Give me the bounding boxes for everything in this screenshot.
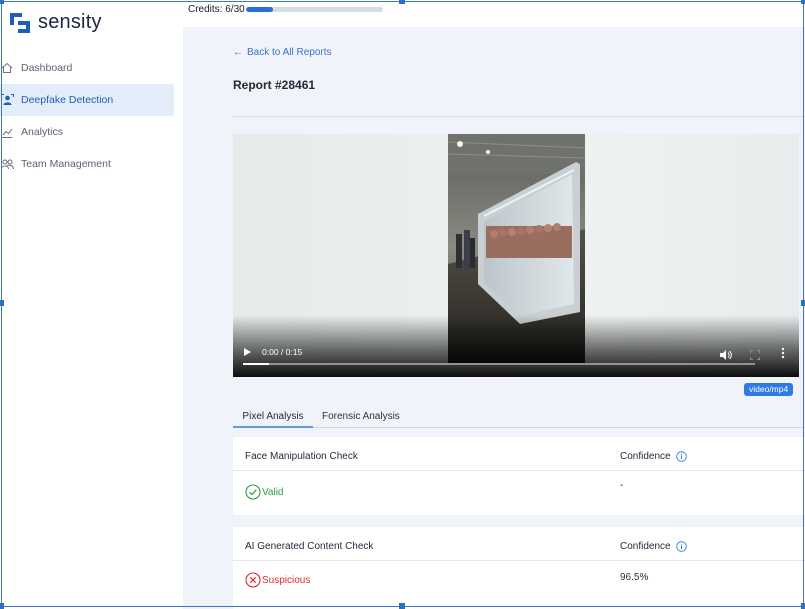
video-seek-bar[interactable] (243, 363, 755, 365)
status-text: Valid (262, 486, 284, 498)
logo[interactable]: sensity (9, 11, 102, 34)
credits-progress-bar (245, 7, 383, 12)
play-icon[interactable] (244, 348, 251, 356)
analysis-tabs: Pixel Analysis Forensic Analysis (233, 407, 805, 428)
main-content: ← Back to All Reports Report #28461 0:00… (183, 27, 805, 609)
line-chart-icon (0, 125, 14, 139)
check-name: AI Generated Content Check (245, 541, 374, 552)
resize-handle-top-right[interactable] (801, 0, 805, 4)
confidence-value: - (620, 480, 624, 491)
sidebar-item-label: Deepfake Detection (21, 94, 114, 106)
fullscreen-icon[interactable] (750, 347, 760, 360)
sidebar: sensity Dashboard Deepfake Detection Ana… (0, 0, 183, 609)
confidence-header: Confidence (620, 541, 687, 552)
info-icon[interactable] (675, 451, 687, 462)
resize-handle-top-left[interactable] (0, 0, 4, 4)
video-controls: 0:00 / 0:15 (233, 343, 799, 363)
user-scan-icon (0, 93, 14, 107)
resize-handle-right[interactable] (801, 300, 805, 306)
info-icon[interactable] (675, 541, 687, 552)
status-badge: Suspicious (245, 572, 310, 588)
confidence-label: Confidence (620, 541, 671, 552)
card-header: Face Manipulation Check Confidence (233, 437, 805, 471)
confidence-label: Confidence (620, 451, 671, 462)
resize-handle-left[interactable] (0, 300, 4, 306)
status-badge: Valid (245, 484, 284, 500)
tab-pixel-analysis[interactable]: Pixel Analysis (233, 407, 313, 428)
ai-generated-content-check-card: AI Generated Content Check Confidence Su… (233, 527, 805, 609)
users-icon (0, 157, 14, 171)
sidebar-item-team-management[interactable]: Team Management (0, 148, 174, 180)
status-text: Suspicious (262, 574, 311, 586)
x-circle-icon (245, 572, 261, 588)
sidebar-item-deepfake-detection[interactable]: Deepfake Detection (0, 84, 174, 116)
tab-forensic-analysis[interactable]: Forensic Analysis (322, 407, 400, 428)
video-time: 0:00 / 0:15 (262, 347, 303, 357)
back-link-label: Back to All Reports (247, 47, 332, 58)
check-circle-icon (245, 484, 261, 500)
card-header: AI Generated Content Check Confidence (233, 527, 805, 561)
resize-handle-top[interactable] (399, 0, 405, 4)
resize-handle-bottom-left[interactable] (0, 603, 4, 609)
divider (233, 116, 805, 117)
logo-text: sensity (38, 11, 102, 33)
sidebar-item-label: Analytics (21, 126, 64, 138)
mime-type-badge: video/mp4 (744, 383, 794, 396)
video-player[interactable]: 0:00 / 0:15 (233, 134, 799, 377)
resize-handle-bottom[interactable] (399, 603, 405, 609)
sensity-logo-icon (9, 12, 31, 34)
volume-icon[interactable] (720, 347, 732, 360)
credits-meter: Credits: 6/30 (188, 4, 383, 15)
page-title: Report #28461 (233, 78, 316, 92)
back-to-reports-link[interactable]: ← Back to All Reports (233, 47, 331, 58)
video-seek-fill (243, 363, 269, 365)
credits-progress-fill (245, 7, 274, 12)
sidebar-item-label: Team Management (21, 158, 111, 170)
confidence-header: Confidence (620, 451, 687, 462)
sidebar-nav: Dashboard Deepfake Detection Analytics T… (0, 52, 174, 180)
confidence-value: 96.5% (620, 572, 649, 583)
sidebar-item-dashboard[interactable]: Dashboard (0, 52, 174, 84)
arrow-left-icon: ← (233, 47, 243, 58)
credits-label: Credits: 6/30 (188, 4, 245, 15)
sidebar-item-label: Dashboard (21, 62, 73, 74)
more-options-icon[interactable] (781, 346, 785, 359)
home-icon (0, 61, 14, 75)
resize-handle-bottom-right[interactable] (801, 603, 805, 609)
sidebar-item-analytics[interactable]: Analytics (0, 116, 174, 148)
check-name: Face Manipulation Check (245, 451, 358, 462)
face-manipulation-check-card: Face Manipulation Check Confidence Valid… (233, 437, 805, 515)
